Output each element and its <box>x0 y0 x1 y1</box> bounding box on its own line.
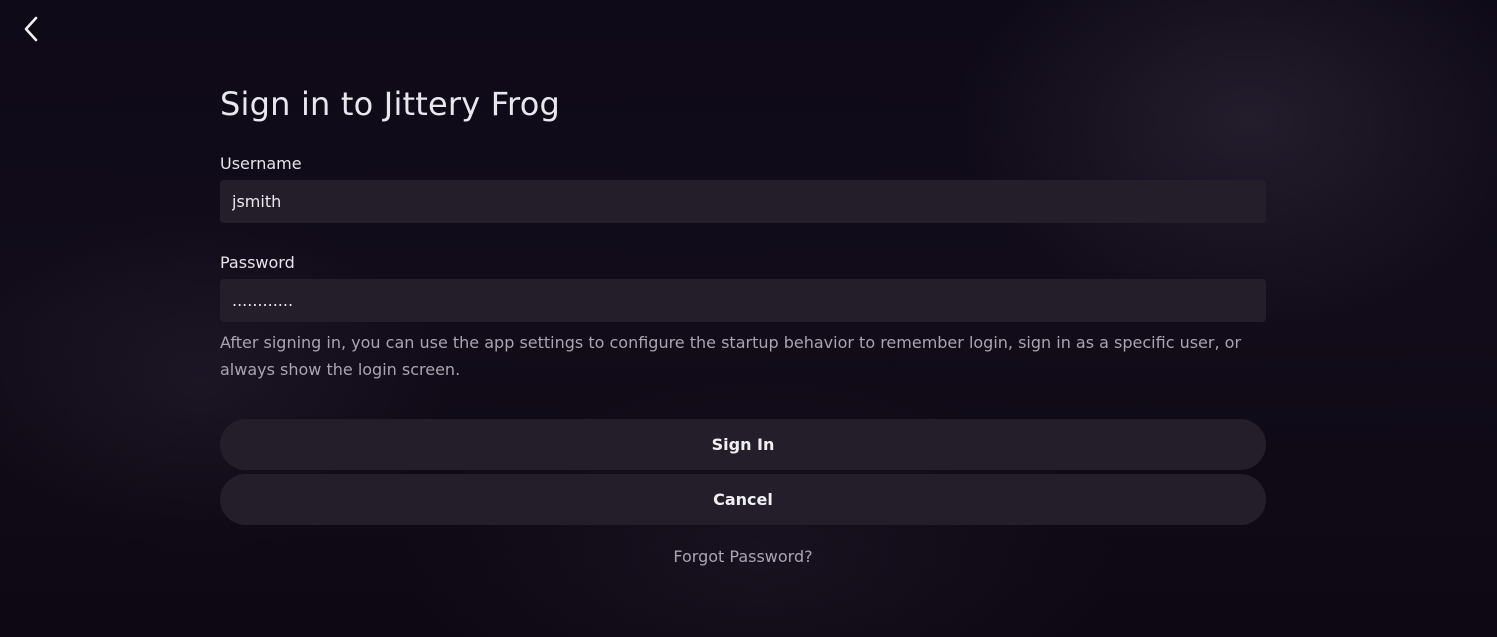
help-text: After signing in, you can use the app se… <box>220 333 1242 379</box>
username-label: Username <box>220 154 302 173</box>
password-label: Password <box>220 253 295 272</box>
chevron-left-icon <box>24 16 38 42</box>
password-input[interactable] <box>220 279 1266 322</box>
forgot-password-link[interactable]: Forgot Password? <box>220 547 1266 566</box>
username-input[interactable] <box>220 180 1266 223</box>
sign-in-form: Sign in to Jittery Frog Username Passwor… <box>220 82 1266 566</box>
back-button[interactable] <box>14 12 48 46</box>
sign-in-button[interactable]: Sign In <box>220 419 1266 470</box>
page-title: Sign in to Jittery Frog <box>220 85 561 123</box>
cancel-button[interactable]: Cancel <box>220 474 1266 525</box>
